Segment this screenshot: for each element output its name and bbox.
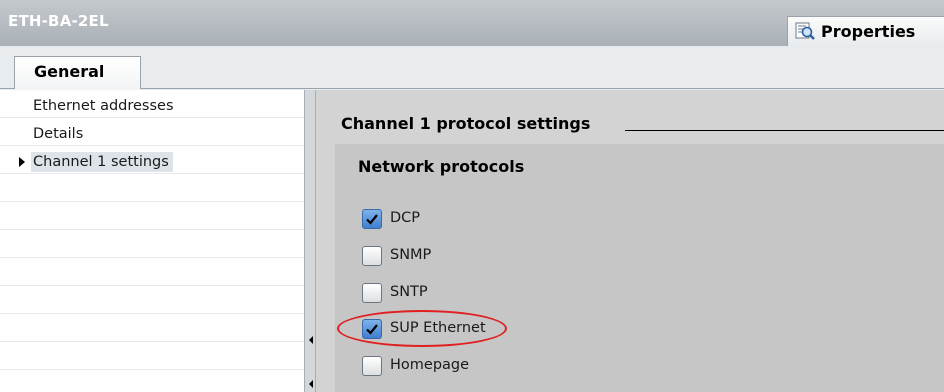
network-protocols-group [335,144,944,392]
tab-strip-divider [0,88,944,89]
section-title: Channel 1 protocol settings [341,114,591,133]
nav-item-ethernet-addresses[interactable]: Ethernet addresses [33,96,174,116]
checkbox-label-sntp: SNTP [390,284,428,300]
checkbox-label-homepage: Homepage [390,357,470,373]
checkmark-icon [366,214,378,225]
highlight-circle [337,310,507,347]
properties-tab[interactable]: Properties [787,16,944,46]
section-divider [625,130,944,131]
checkbox-label-dcp: DCP [390,210,421,226]
nav-item-channel-1-settings[interactable]: Channel 1 settings [31,152,173,172]
checkbox-homepage[interactable] [362,356,382,376]
expand-arrow-icon[interactable] [19,157,25,167]
properties-tab-label: Properties [821,22,916,41]
checkbox-dcp[interactable] [362,209,382,229]
collapse-left-icon[interactable] [309,336,313,344]
pane-splitter[interactable] [304,90,316,392]
tab-general[interactable]: General [14,56,141,89]
checkbox-sntp[interactable] [362,283,382,303]
window-title: ETH-BA-2EL [8,12,109,30]
checkbox-label-snmp: SNMP [390,247,432,263]
checkbox-snmp[interactable] [362,246,382,266]
tab-strip [0,46,944,90]
tab-general-label: General [34,62,105,81]
group-title: Network protocols [358,157,525,176]
collapse-left-icon[interactable] [309,380,313,388]
nav-item-details[interactable]: Details [33,124,83,144]
window-titlebar: ETH-BA-2EL Properties [0,0,944,46]
magnifier-list-icon [795,22,815,40]
